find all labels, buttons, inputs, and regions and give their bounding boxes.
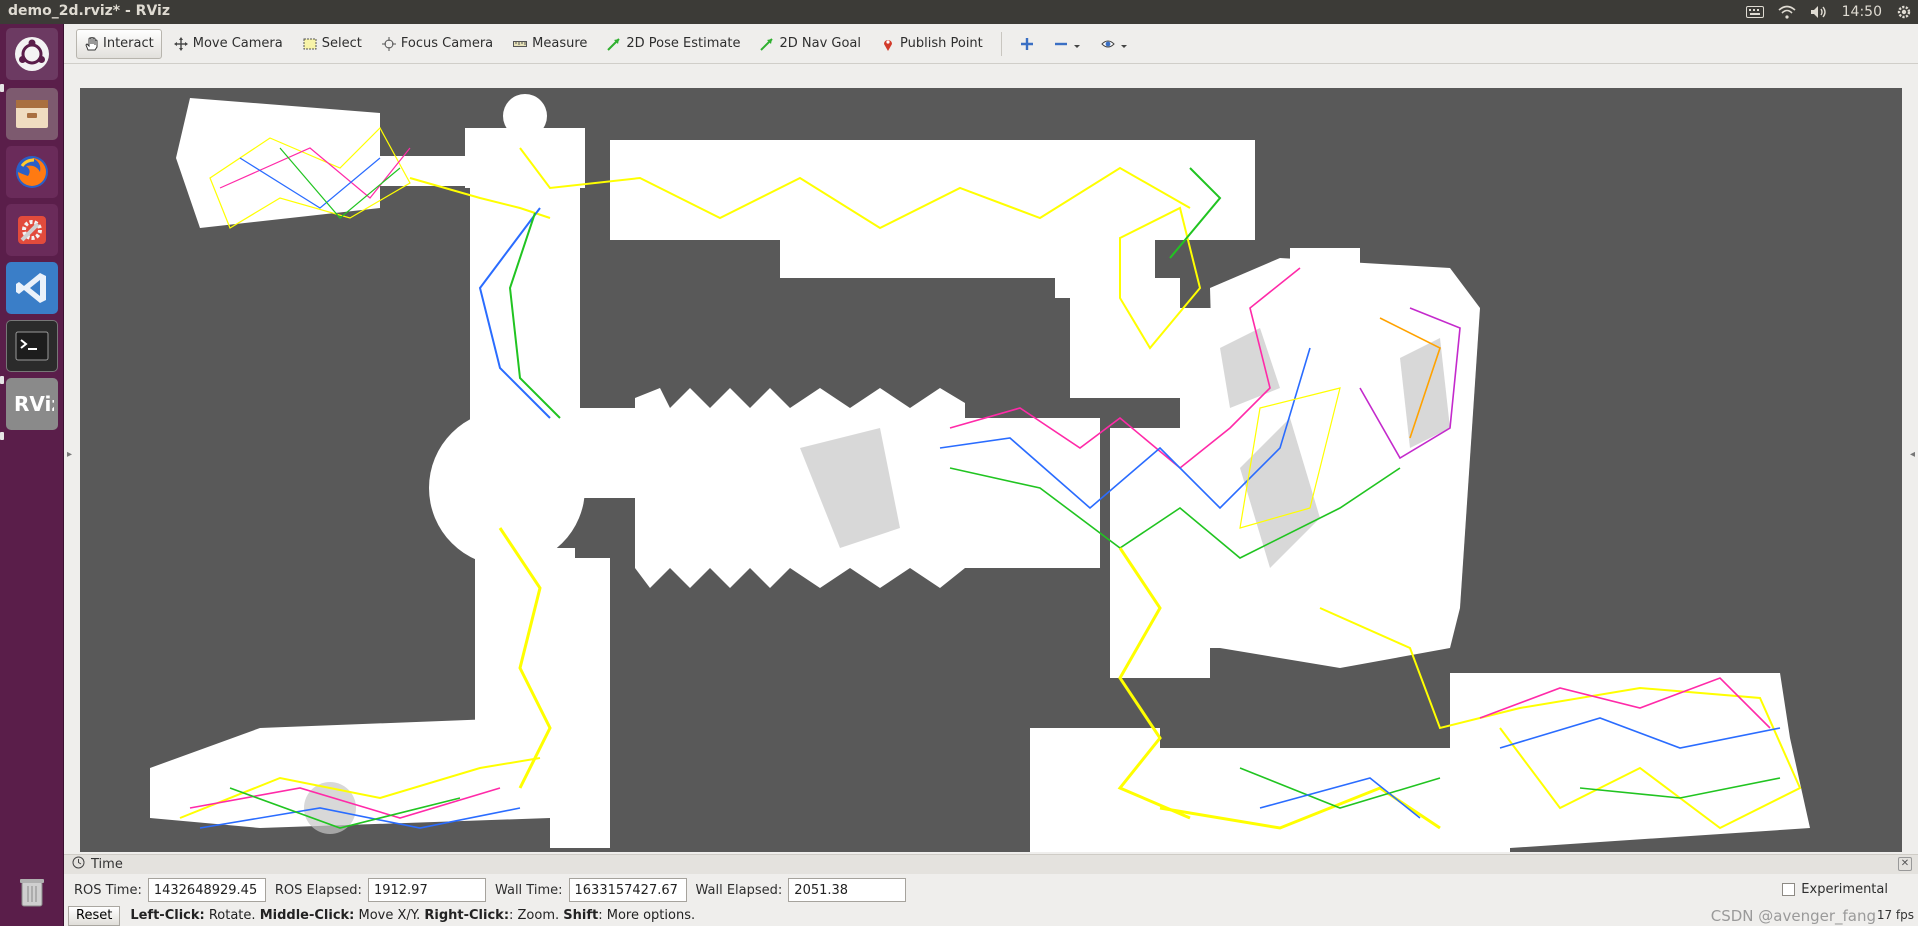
ros-elapsed-field[interactable]: [367, 878, 486, 902]
left-dock-arrow-icon[interactable]: ▸: [67, 449, 72, 460]
tool-toolbar: Interact Move Camera Select Focus Camera…: [64, 24, 1918, 64]
hand-icon: [84, 36, 98, 51]
window-title: demo_2d.rviz* - RViz: [8, 3, 170, 19]
ros-elapsed-label: ROS Elapsed:: [274, 882, 362, 898]
keyboard-icon[interactable]: [1745, 6, 1764, 18]
tool-visibility-button[interactable]: [1093, 29, 1136, 59]
right-click-text: : Zoom.: [509, 908, 560, 923]
left-click-text: Rotate.: [208, 908, 256, 923]
time-panel-fields: ROS Time: ROS Elapsed: Wall Time: Wall E…: [64, 875, 1918, 905]
right-click-key: Right-Click:: [424, 908, 510, 923]
launcher: RViz: [0, 24, 64, 926]
eye-icon: [1101, 37, 1115, 51]
running-indicator: [0, 432, 4, 440]
experimental-toggle[interactable]: Experimental: [1782, 882, 1888, 897]
running-indicator: [0, 84, 4, 92]
rviz-window: Interact Move Camera Select Focus Camera…: [64, 24, 1918, 926]
nav-goal-label: 2D Nav Goal: [779, 36, 862, 51]
firefox-icon[interactable]: [6, 146, 58, 198]
system-settings-icon[interactable]: [6, 204, 58, 256]
dropdown-arrow-icon: [1073, 37, 1081, 51]
render-panel-frame: ▸ ◂: [64, 64, 1918, 854]
indicator-area: 14:50: [1745, 0, 1912, 24]
wall-elapsed-label: Wall Elapsed:: [695, 882, 783, 898]
fps-counter: 17 fps: [1876, 908, 1914, 922]
left-click-key: Left-Click:: [130, 908, 205, 923]
wall-time-field[interactable]: [568, 878, 687, 902]
status-bar: Reset Left-Click: Rotate. Middle-Click: …: [64, 905, 1918, 926]
right-dock-arrow-icon[interactable]: ◂: [1910, 449, 1915, 460]
interact-tool-button[interactable]: Interact: [76, 28, 162, 59]
plus-icon: [1020, 37, 1034, 51]
measure-label: Measure: [532, 36, 588, 51]
green-arrow-icon: [607, 37, 621, 51]
measure-tool-button[interactable]: Measure: [505, 29, 595, 59]
clock-icon: [72, 856, 85, 873]
map-pin-icon: [881, 37, 895, 51]
wifi-icon[interactable]: [1778, 5, 1796, 19]
terminal-icon[interactable]: [6, 320, 58, 372]
vscode-icon[interactable]: [6, 262, 58, 314]
close-icon[interactable]: ✕: [1898, 857, 1912, 871]
ros-time-field[interactable]: [147, 878, 266, 902]
shift-key: Shift: [563, 908, 599, 923]
focus-camera-tool-button[interactable]: Focus Camera: [374, 29, 501, 59]
pose-estimate-label: 2D Pose Estimate: [626, 36, 741, 51]
volume-icon[interactable]: [1810, 5, 1828, 19]
wall-time-label: Wall Time:: [494, 882, 563, 898]
minus-icon: [1054, 37, 1068, 51]
svg-text:RViz: RViz: [14, 392, 54, 416]
toolbar-separator: [1000, 31, 1002, 56]
trash-icon[interactable]: [6, 866, 58, 918]
add-tool-button[interactable]: [1012, 29, 1042, 59]
move-arrows-icon: [173, 36, 188, 51]
move-camera-tool-button[interactable]: Move Camera: [166, 29, 291, 59]
ros-time-label: ROS Time:: [74, 882, 142, 898]
focus-camera-label: Focus Camera: [400, 36, 494, 51]
experimental-checkbox[interactable]: [1782, 883, 1796, 896]
dropdown-arrow-icon: [1120, 37, 1128, 51]
ubuntu-dash-icon[interactable]: [6, 28, 58, 80]
occupancy-grid-map: [150, 94, 1810, 852]
status-help-text: Left-Click: Rotate. Middle-Click: Move X…: [130, 908, 695, 923]
system-gear-icon[interactable]: [1896, 4, 1912, 20]
running-indicator: [0, 376, 4, 384]
select-label: Select: [321, 36, 362, 51]
nav-goal-tool-button[interactable]: 2D Nav Goal: [752, 29, 869, 59]
map-free-space: [150, 94, 1810, 852]
select-tool-button[interactable]: Select: [295, 29, 370, 59]
remove-tool-button[interactable]: [1046, 29, 1089, 59]
csdn-watermark: CSDN @avenger_fang: [1710, 907, 1876, 925]
green-arrow-icon: [760, 37, 774, 51]
experimental-label: Experimental: [1801, 882, 1888, 897]
ruler-icon: [513, 37, 528, 51]
top-panel: demo_2d.rviz* - RViz 14:50: [0, 0, 1918, 24]
files-icon[interactable]: [6, 88, 58, 140]
pose-estimate-tool-button[interactable]: 2D Pose Estimate: [599, 29, 748, 59]
wall-elapsed-field[interactable]: [788, 878, 907, 902]
time-panel-header: Time ✕: [64, 854, 1918, 874]
move-camera-label: Move Camera: [192, 36, 283, 51]
publish-point-label: Publish Point: [900, 36, 983, 51]
reset-button[interactable]: Reset: [68, 905, 121, 926]
crosshair-icon: [381, 36, 396, 51]
shift-text: : More options.: [598, 908, 696, 923]
middle-click-key: Middle-Click:: [259, 908, 355, 923]
3d-render-viewport[interactable]: [80, 88, 1902, 852]
middle-click-text: Move X/Y.: [358, 908, 421, 923]
publish-point-tool-button[interactable]: Publish Point: [873, 29, 991, 59]
time-panel-title: Time: [91, 857, 123, 872]
select-box-icon: [303, 37, 317, 51]
clock[interactable]: 14:50: [1842, 4, 1882, 20]
rviz-icon[interactable]: RViz: [6, 378, 58, 430]
interact-label: Interact: [103, 36, 154, 51]
